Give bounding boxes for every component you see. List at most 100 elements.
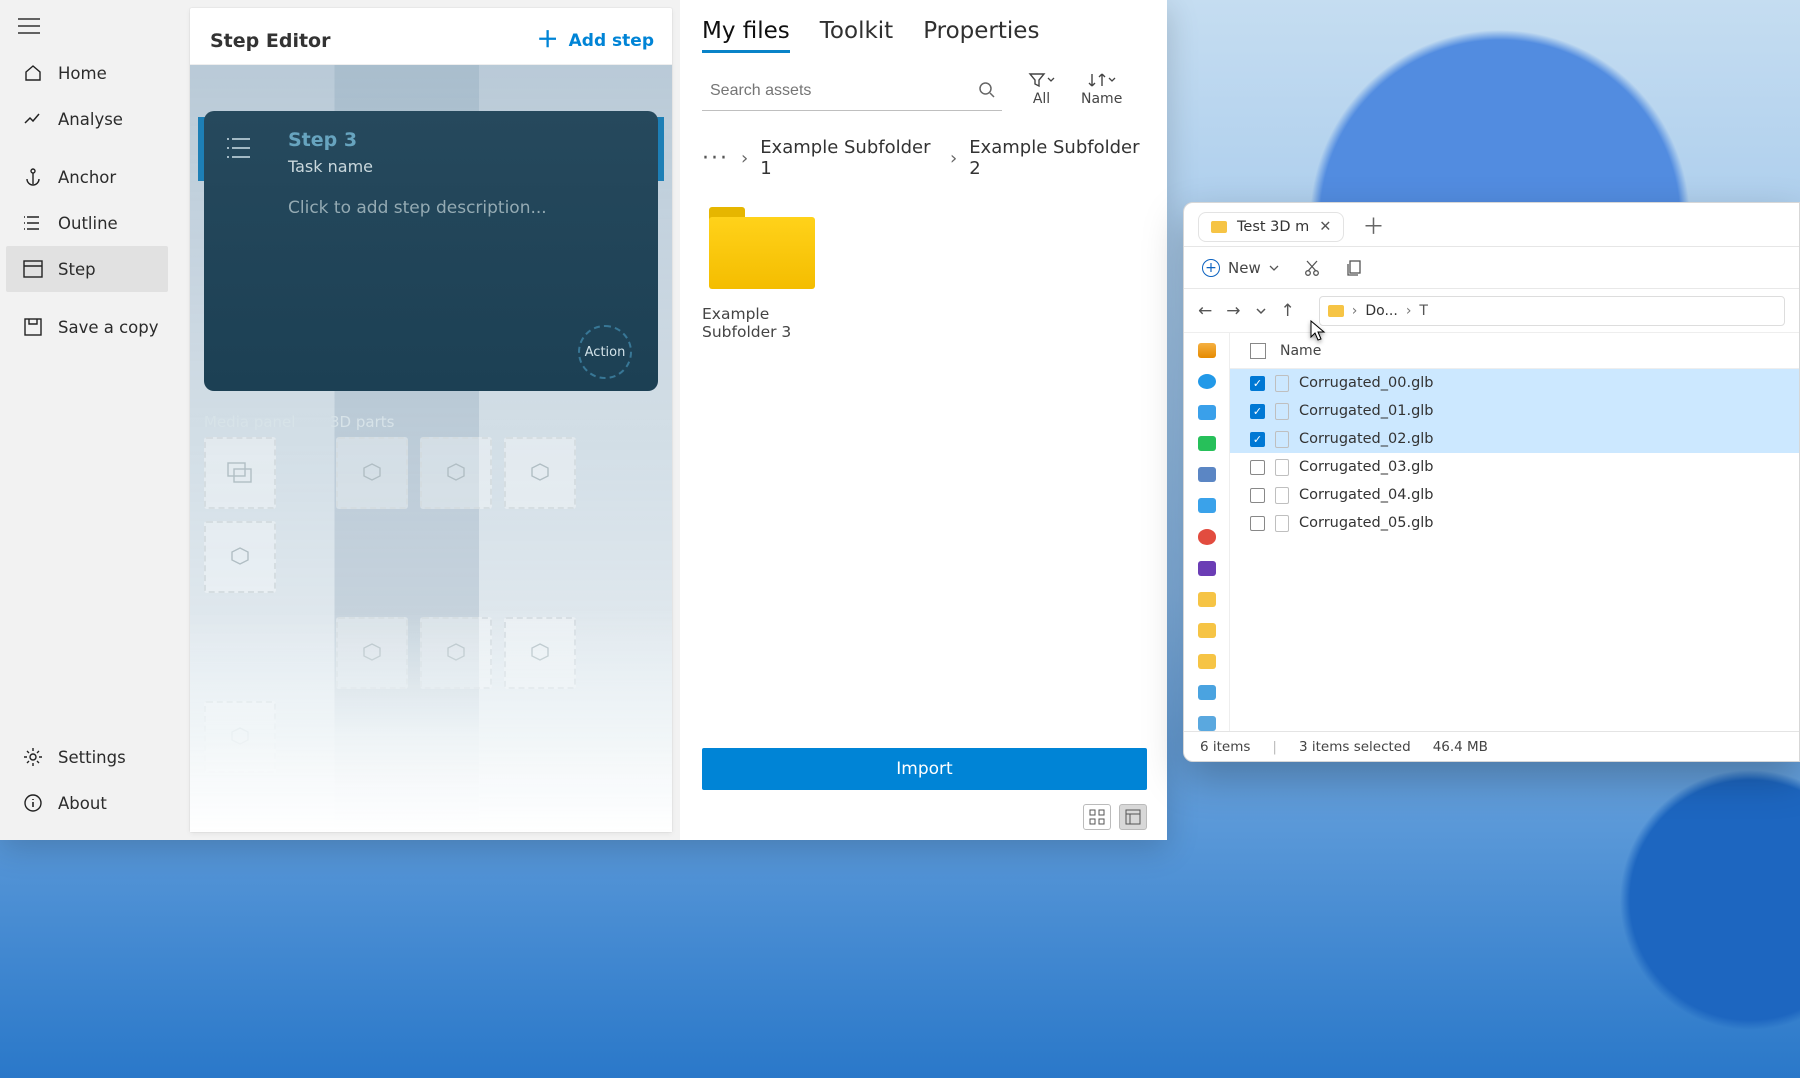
music-nav-icon[interactable] [1198,529,1216,544]
file-icon [1275,375,1289,392]
grid-view-button[interactable] [1083,804,1111,830]
up-button[interactable]: ↑ [1281,301,1295,321]
name-column-header[interactable]: Name [1280,343,1321,359]
file-row[interactable]: Corrugated_05.glb [1230,509,1799,537]
sidebar-item-save-copy[interactable]: Save a copy [6,304,168,350]
folder-nav-icon[interactable] [1198,623,1216,638]
list-icon [226,135,258,167]
guides-app-window: Home Analyse Anchor Outline Step Save a … [0,0,1167,840]
sidebar-item-label: About [58,794,107,813]
part-slot[interactable] [204,701,276,773]
new-tab-button[interactable]: ＋ [1362,209,1384,241]
step-title[interactable]: Step 3 [288,129,640,151]
onedrive-nav-icon[interactable] [1198,374,1216,389]
tab-toolkit[interactable]: Toolkit [820,18,893,53]
path-segment[interactable]: Do... [1365,303,1397,319]
part-slot[interactable] [204,521,276,593]
step-task[interactable]: Task name [288,157,640,176]
step-description[interactable]: Click to add step description... [288,198,640,218]
file-row[interactable]: Corrugated_04.glb [1230,481,1799,509]
info-icon [22,792,44,814]
part-slot[interactable] [504,437,576,509]
sidebar-item-anchor[interactable]: Anchor [6,154,168,200]
subfolder[interactable]: Example Subfolder 3 [702,207,822,341]
sidebar-item-outline[interactable]: Outline [6,200,168,246]
network-nav-icon[interactable] [1198,716,1216,731]
panel-labels: Media panel 3D parts [204,413,658,431]
file-row[interactable]: ✓ Corrugated_01.glb [1230,397,1799,425]
desktop-nav-icon[interactable] [1198,405,1216,420]
breadcrumb-item[interactable]: Example Subfolder 2 [969,137,1147,179]
file-checkbox[interactable]: ✓ [1250,432,1265,447]
pc-nav-icon[interactable] [1198,685,1216,700]
part-slot[interactable] [504,617,576,689]
breadcrumb-overflow[interactable]: ··· [702,146,729,171]
close-tab-icon[interactable]: ✕ [1319,219,1331,235]
breadcrumb-item[interactable]: Example Subfolder 1 [760,137,938,179]
file-row[interactable]: ✓Corrugated_00.glb [1230,369,1799,397]
back-button[interactable]: ← [1198,301,1212,321]
editor-panel: Step Editor ＋ Add step [174,0,680,840]
folder-icon [709,207,815,289]
explorer-address-bar: ← → ↑ › Do... › T [1184,289,1799,333]
plus-circle-icon: + [1202,259,1220,277]
copy-icon[interactable] [1345,259,1363,277]
folder-icon [1211,221,1227,233]
tab-my-files[interactable]: My files [702,18,790,53]
sort-button[interactable]: Name [1081,71,1122,107]
sidebar-item-label: Settings [58,748,126,767]
detail-view-button[interactable] [1119,804,1147,830]
left-sidebar: Home Analyse Anchor Outline Step Save a … [0,0,174,840]
sidebar-item-label: Save a copy [58,318,159,337]
tab-properties[interactable]: Properties [923,18,1039,53]
sidebar-item-step[interactable]: Step [6,246,168,292]
search-input[interactable] [708,81,972,101]
add-step-button[interactable]: ＋ Add step [537,30,654,52]
sidebar-item-analyse[interactable]: Analyse [6,96,168,142]
sidebar-item-home[interactable]: Home [6,50,168,96]
select-all-checkbox[interactable] [1250,343,1266,359]
explorer-tab-title: Test 3D m [1237,219,1309,235]
part-slot[interactable] [420,437,492,509]
file-row[interactable]: ✓Corrugated_02.glb [1230,425,1799,453]
forward-button[interactable]: → [1226,301,1240,321]
anchor-icon [22,166,44,188]
import-button[interactable]: Import [702,748,1147,790]
videos-nav-icon[interactable] [1198,561,1216,576]
recent-dropdown[interactable] [1255,306,1267,316]
filter-button[interactable]: All [1028,71,1055,107]
file-checkbox[interactable]: ✓ [1250,376,1265,391]
explorer-tab[interactable]: Test 3D m ✕ [1198,212,1344,242]
downloads-nav-icon[interactable] [1198,436,1216,451]
sidebar-item-settings[interactable]: Settings [6,734,168,780]
content-slots [204,437,654,773]
part-slot[interactable] [420,617,492,689]
folder-nav-icon[interactable] [1198,592,1216,607]
folder-nav-icon[interactable] [1198,654,1216,669]
search-assets[interactable] [702,71,1002,111]
status-selected: 3 items selected [1299,739,1411,755]
sidebar-item-about[interactable]: About [6,780,168,826]
explorer-nav-pane[interactable] [1184,333,1230,731]
home-nav-icon[interactable] [1198,343,1216,358]
cut-icon[interactable] [1303,259,1321,277]
step-card[interactable]: Step 3 Task name Click to add step descr… [204,111,658,391]
file-icon [1275,403,1289,420]
file-checkbox[interactable] [1250,516,1265,531]
media-slot[interactable] [204,437,276,509]
menu-toggle[interactable] [0,10,174,50]
documents-nav-icon[interactable] [1198,467,1216,482]
file-icon [1275,487,1289,504]
file-checkbox[interactable] [1250,460,1265,475]
file-checkbox[interactable]: ✓ [1250,404,1265,419]
part-slot[interactable] [336,437,408,509]
part-slot[interactable] [336,617,408,689]
new-button[interactable]: + New [1202,259,1279,277]
file-name: Corrugated_01.glb [1299,403,1434,419]
file-checkbox[interactable] [1250,488,1265,503]
action-placeholder[interactable]: Action [578,325,632,379]
address-path[interactable]: › Do... › T [1319,296,1785,326]
pictures-nav-icon[interactable] [1198,498,1216,513]
file-row[interactable]: Corrugated_03.glb [1230,453,1799,481]
assets-panel: My files Toolkit Properties All [680,0,1167,840]
